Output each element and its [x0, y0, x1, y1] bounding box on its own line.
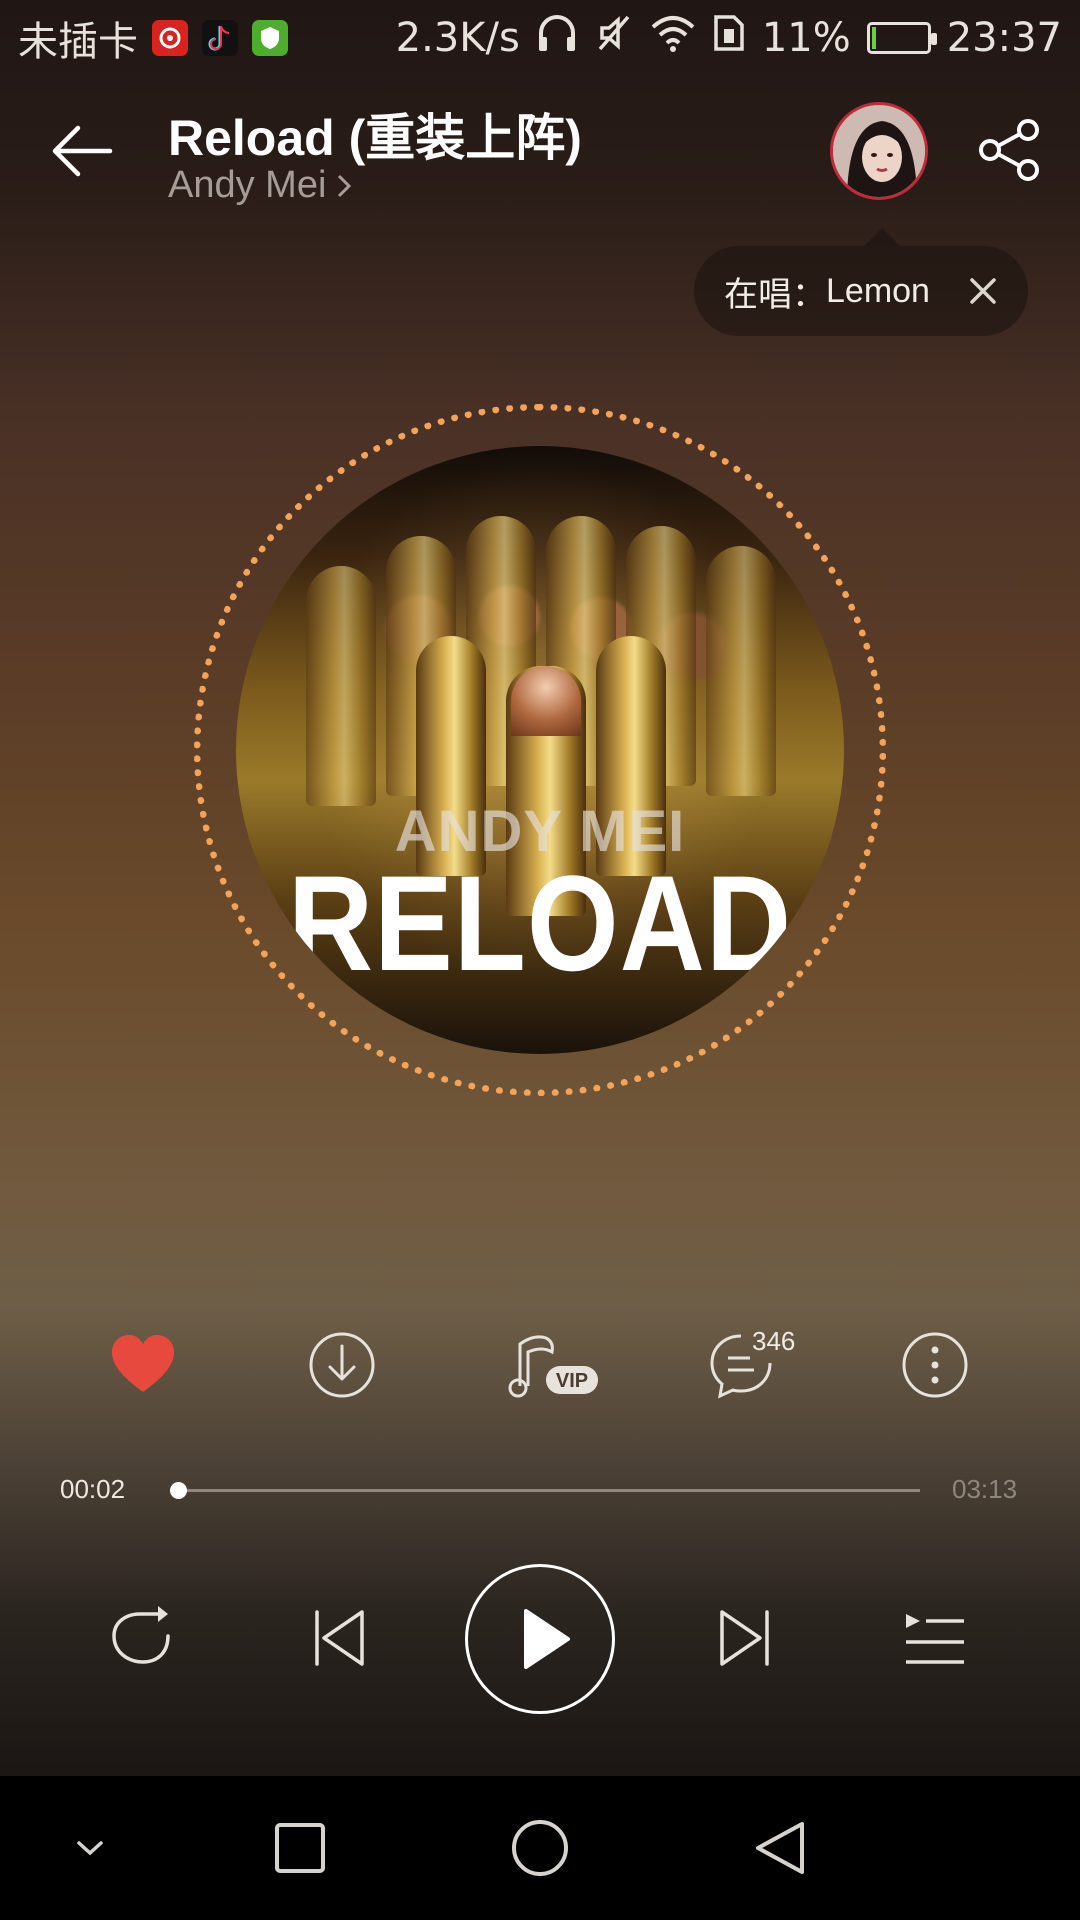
vip-music-note-icon: VIP: [508, 1335, 598, 1398]
triangle-back-icon: [756, 1822, 804, 1874]
playback-controls: [0, 1560, 1080, 1714]
security-shield-icon: [252, 20, 288, 56]
battery-level-fill: [871, 27, 877, 49]
playlist-icon: [906, 1614, 964, 1664]
album-cover[interactable]: ANDY MEI RELOAD: [236, 446, 844, 1054]
heart-icon: [112, 1335, 174, 1392]
vip-sound-button[interactable]: VIP: [502, 1330, 602, 1400]
repeat-icon: [112, 1606, 170, 1664]
next-button[interactable]: [716, 1608, 772, 1672]
avatar-portrait: [833, 105, 925, 197]
clock: 23:37: [946, 15, 1062, 61]
now-singing-popup[interactable]: 在唱： Lemon: [694, 228, 1028, 336]
chevron-right-icon: [338, 174, 352, 197]
more-options-button[interactable]: [900, 1330, 970, 1400]
tiktok-icon: [202, 20, 238, 56]
player-header: Reload (重装上阵) Andy Mei: [0, 90, 1080, 220]
singer-avatar[interactable]: [830, 102, 928, 200]
song-title: Reload (重装上阵): [168, 110, 582, 166]
play-button[interactable]: [465, 1564, 615, 1714]
total-time: 03:13: [952, 1474, 1018, 1504]
circle-icon: [512, 1820, 568, 1876]
arrow-left-icon: [52, 125, 113, 177]
close-icon: [970, 278, 996, 304]
action-row: VIP 346: [0, 1326, 1080, 1400]
previous-button[interactable]: [312, 1608, 368, 1672]
sim-icon: [712, 13, 746, 63]
nav-recents-button[interactable]: [240, 1776, 360, 1920]
netease-music-icon: [152, 20, 188, 56]
play-icon: [524, 1609, 570, 1669]
current-time: 00:02: [60, 1474, 126, 1504]
comment-count: 346: [752, 1326, 796, 1356]
cover-bullet: [306, 566, 376, 806]
download-icon: [309, 1332, 375, 1398]
network-speed: 2.3K/s: [395, 15, 520, 61]
battery-icon: [866, 22, 937, 54]
cover-title-text: RELOAD: [287, 848, 793, 1000]
repeat-button[interactable]: [108, 1604, 178, 1674]
cover-bullet-tip: [511, 666, 581, 736]
carrier-text: 未插卡: [18, 19, 138, 65]
square-icon: [275, 1823, 325, 1873]
mute-icon: [594, 13, 634, 63]
share-button[interactable]: [976, 116, 1044, 184]
like-button[interactable]: [108, 1330, 178, 1400]
download-button[interactable]: [307, 1330, 377, 1400]
nav-home-button[interactable]: [480, 1776, 600, 1920]
progress-area: 00:02 03:13: [0, 1470, 1080, 1510]
skip-previous-icon: [315, 1610, 364, 1666]
seek-thumb[interactable]: [169, 1482, 187, 1499]
share-icon: [979, 119, 1039, 181]
wifi-icon: [650, 13, 696, 63]
more-vertical-icon: [902, 1332, 968, 1398]
battery-percent: 11%: [761, 15, 851, 61]
now-singing-song: Lemon: [826, 271, 930, 310]
artist-name: Andy Mei: [168, 164, 327, 206]
back-button[interactable]: [48, 116, 118, 186]
playlist-button[interactable]: [904, 1612, 966, 1672]
seek-bar[interactable]: [169, 1482, 920, 1499]
headphones-icon: [536, 13, 578, 63]
system-navigation-bar: [0, 1776, 1080, 1920]
now-singing-label: 在唱：: [724, 275, 826, 314]
status-bar: 未插卡 2.3K/s 11% 23:37: [0, 0, 1080, 76]
cover-bullet: [706, 546, 776, 796]
chevron-down-icon: [77, 1841, 103, 1856]
svg-text:VIP: VIP: [556, 1370, 588, 1392]
nav-back-button[interactable]: [720, 1776, 840, 1920]
artist-link[interactable]: Andy Mei: [168, 164, 354, 207]
close-popup-button[interactable]: [960, 268, 1006, 314]
skip-next-icon: [720, 1610, 769, 1666]
nav-hide-button[interactable]: [30, 1776, 150, 1920]
